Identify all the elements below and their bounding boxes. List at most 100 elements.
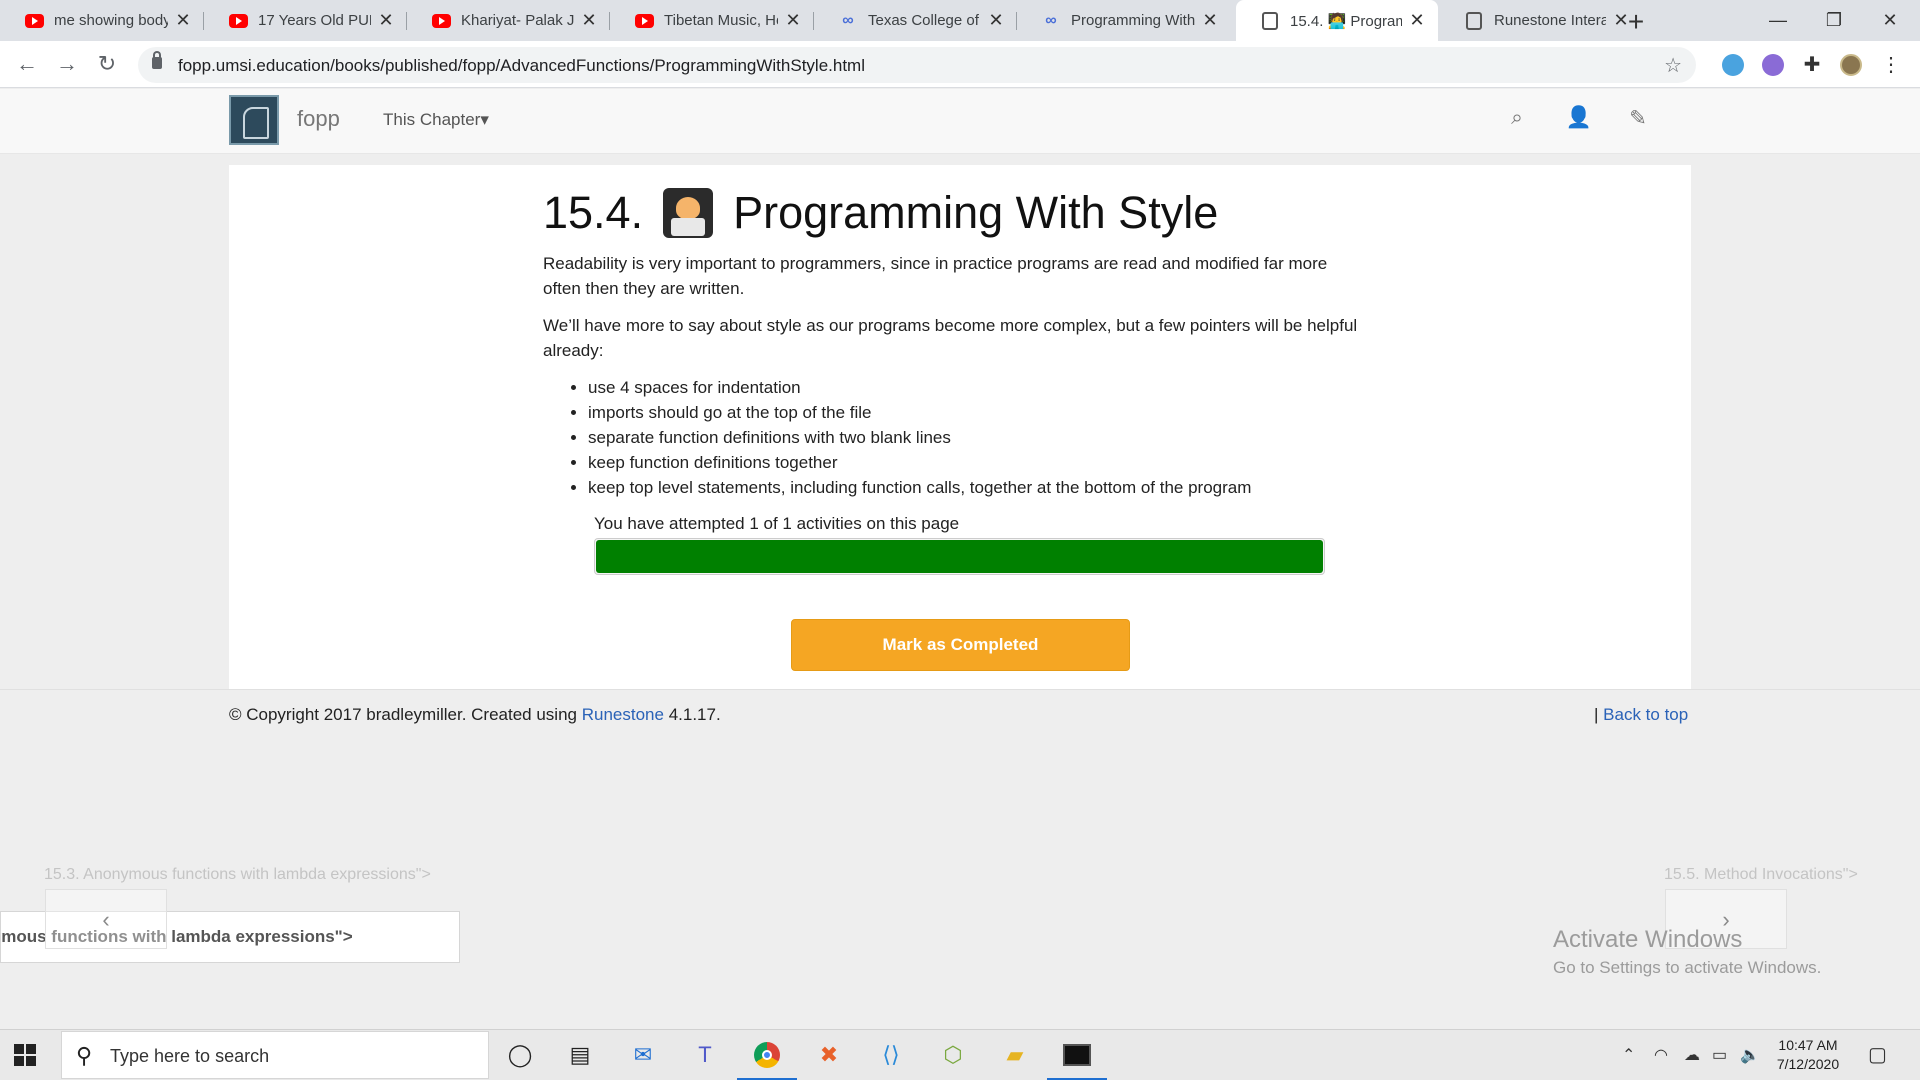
attempt-status: You have attempted 1 of 1 activities on … bbox=[594, 514, 960, 533]
tab-title: 17 Years Old PUBG bbox=[258, 12, 371, 29]
brand-link[interactable]: fopp bbox=[297, 106, 340, 132]
extensions-puzzle-icon[interactable]: ✚ bbox=[1801, 54, 1823, 76]
back-to-top-link[interactable]: Back to top bbox=[1603, 705, 1688, 724]
close-icon[interactable]: ✕ bbox=[174, 10, 192, 31]
clock-date: 7/12/2020 bbox=[1776, 1056, 1840, 1072]
list-item: keep top level statements, including fun… bbox=[588, 475, 1251, 500]
browser-tab[interactable]: Khariyat- Palak Jain ✕ bbox=[407, 0, 610, 41]
window-close-icon[interactable]: ✕ bbox=[1862, 0, 1918, 41]
tab-title: me showing body bbox=[54, 12, 168, 29]
browser-tab[interactable]: Tibetan Music, Hea ✕ bbox=[610, 0, 814, 41]
back-arrow-icon[interactable]: ← bbox=[12, 49, 42, 79]
xampp-icon[interactable]: ✖ bbox=[812, 1038, 846, 1072]
list-item: keep function definitions together bbox=[588, 450, 1251, 475]
watermark-title: Activate Windows bbox=[1553, 926, 1743, 953]
file-explorer-icon[interactable]: ▰ bbox=[998, 1038, 1032, 1072]
progress-fill bbox=[596, 540, 1323, 573]
tab-title: Programming With bbox=[1071, 12, 1195, 29]
section-number: 15.4. bbox=[543, 187, 644, 238]
extension-owl-icon[interactable] bbox=[1762, 54, 1784, 76]
profile-avatar[interactable] bbox=[1840, 54, 1862, 76]
tab-title: Texas College of M bbox=[868, 12, 981, 29]
browser-tab[interactable]: me showing body ✕ bbox=[0, 0, 204, 41]
browser-tab[interactable]: Runestone Interact ✕ bbox=[1440, 0, 1642, 41]
volume-icon[interactable]: 🔈 bbox=[1740, 1045, 1760, 1065]
coursera-icon: ∞ bbox=[842, 11, 854, 29]
main-content: 15.4. Programming With Style Readability… bbox=[229, 165, 1691, 689]
fopp-logo[interactable] bbox=[229, 95, 279, 145]
site-navbar: fopp This Chapter▾ ⌕ 👤 ✎ bbox=[0, 89, 1920, 154]
youtube-icon bbox=[431, 11, 451, 31]
restore-icon[interactable]: ❐ bbox=[1806, 0, 1862, 41]
style-pointers-list: use 4 spaces for indentation imports sho… bbox=[572, 375, 1251, 500]
this-chapter-menu[interactable]: This Chapter▾ bbox=[383, 110, 489, 130]
taskbar-search-box[interactable]: ⚲ Type here to search bbox=[61, 1031, 489, 1079]
runestone-icon bbox=[1464, 11, 1484, 31]
network-icon[interactable]: ◠ bbox=[1654, 1045, 1668, 1065]
battery-icon[interactable]: ▭ bbox=[1712, 1045, 1727, 1065]
close-icon[interactable]: ✕ bbox=[377, 10, 395, 31]
browser-tab[interactable]: 17 Years Old PUBG ✕ bbox=[204, 0, 407, 41]
intro-paragraph: Readability is very important to program… bbox=[543, 254, 1328, 298]
onedrive-cloud-icon[interactable]: ☁ bbox=[1684, 1045, 1700, 1065]
lock-icon bbox=[152, 51, 162, 69]
terminal-icon[interactable] bbox=[1060, 1038, 1094, 1072]
chevron-left-icon: ‹ bbox=[102, 907, 110, 932]
notifications-icon[interactable]: ▢ bbox=[1868, 1042, 1887, 1067]
forward-arrow-icon[interactable]: → bbox=[52, 49, 82, 79]
new-tab-icon[interactable]: + bbox=[1620, 6, 1652, 38]
close-icon[interactable]: ✕ bbox=[1201, 10, 1219, 31]
minimize-icon[interactable]: — bbox=[1750, 0, 1806, 41]
browser-tab-active[interactable]: 15.4. 🧑‍💻 Programm ✕ bbox=[1236, 0, 1438, 41]
runestone-link[interactable]: Runestone bbox=[582, 705, 664, 724]
list-item: separate function definitions with two b… bbox=[588, 425, 1251, 450]
vscode-icon[interactable]: ⟨⟩ bbox=[874, 1038, 908, 1072]
chrome-icon[interactable] bbox=[750, 1038, 784, 1072]
cortana-icon[interactable]: ◯ bbox=[503, 1038, 537, 1072]
close-icon[interactable]: ✕ bbox=[1408, 10, 1426, 31]
search-icon[interactable]: ⌕ bbox=[1503, 106, 1531, 134]
search-icon: ⚲ bbox=[76, 1043, 93, 1068]
tab-title: Tibetan Music, Hea bbox=[664, 12, 778, 29]
prev-page-button[interactable]: ‹ bbox=[45, 889, 167, 949]
address-bar[interactable]: fopp.umsi.education/books/published/fopp… bbox=[138, 47, 1696, 83]
youtube-icon bbox=[634, 11, 654, 31]
tab-title: Khariyat- Palak Jain bbox=[461, 12, 574, 29]
chrome-menu-icon[interactable]: ⋮ bbox=[1880, 54, 1902, 76]
next-page-label: 15.5. Method Invocations"> bbox=[1664, 866, 1858, 883]
close-icon[interactable]: ✕ bbox=[784, 10, 802, 31]
extension-search-icon[interactable] bbox=[1722, 54, 1744, 76]
browser-tab[interactable]: ∞ Programming With ✕ bbox=[1017, 0, 1231, 41]
activate-windows-watermark: Activate Windows Go to Settings to activ… bbox=[1553, 926, 1821, 978]
version-text: 4.1.17. bbox=[668, 705, 721, 724]
activity-progress-bar bbox=[594, 538, 1325, 575]
footer-copyright: © Copyright 2017 bradleymiller. Created … bbox=[229, 705, 721, 725]
show-hidden-icons-chevron-icon[interactable]: ⌃ bbox=[1622, 1045, 1635, 1065]
windows-start-icon[interactable] bbox=[14, 1044, 36, 1066]
close-icon[interactable]: ✕ bbox=[987, 10, 1005, 31]
prev-page-label: 15.3. Anonymous functions with lambda ex… bbox=[44, 866, 431, 883]
browser-tab-strip: me showing body ✕ 17 Years Old PUBG ✕ Kh… bbox=[0, 0, 1920, 41]
youtube-icon bbox=[24, 11, 44, 31]
caret-down-icon: ▾ bbox=[480, 110, 489, 129]
virtualbox-icon[interactable]: ⬡ bbox=[936, 1038, 970, 1072]
taskbar-clock[interactable]: 10:47 AM 7/12/2020 bbox=[1768, 1036, 1848, 1074]
mark-as-completed-button[interactable]: Mark as Completed bbox=[791, 619, 1130, 671]
page-title: 15.4. Programming With Style bbox=[543, 187, 1218, 239]
browser-tab[interactable]: ∞ Texas College of M ✕ bbox=[814, 0, 1017, 41]
close-icon[interactable]: ✕ bbox=[580, 10, 598, 31]
reload-icon[interactable]: ↻ bbox=[92, 49, 122, 79]
technologist-emoji-icon bbox=[663, 188, 714, 238]
user-icon[interactable]: 👤 bbox=[1565, 106, 1593, 134]
mail-icon[interactable]: ✉ bbox=[626, 1038, 660, 1072]
runestone-icon bbox=[1260, 11, 1280, 31]
url-text[interactable]: fopp.umsi.education/books/published/fopp… bbox=[178, 56, 865, 76]
copyright-text: © Copyright 2017 bradleymiller. Created … bbox=[229, 705, 577, 724]
bookmark-star-icon[interactable]: ☆ bbox=[1664, 53, 1682, 78]
chapter-menu-label: This Chapter bbox=[383, 110, 481, 129]
teams-icon[interactable]: T bbox=[688, 1038, 722, 1072]
pencil-icon[interactable]: ✎ bbox=[1624, 106, 1652, 134]
watermark-subtitle: Go to Settings to activate Windows. bbox=[1553, 958, 1822, 977]
clock-time: 10:47 AM bbox=[1778, 1037, 1838, 1053]
task-view-icon[interactable]: ▤ bbox=[563, 1038, 597, 1072]
